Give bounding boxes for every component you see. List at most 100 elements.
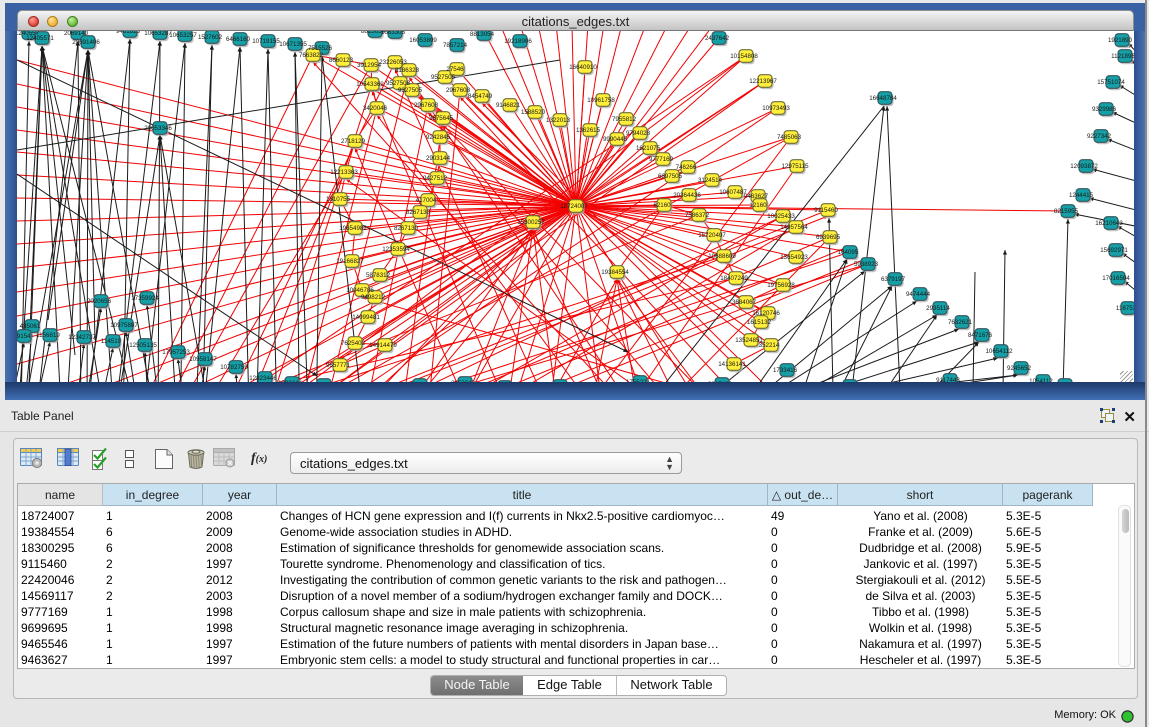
svg-text:352214: 352214 <box>759 342 780 349</box>
svg-text:9657771: 9657771 <box>326 362 351 369</box>
svg-text:10025433: 10025433 <box>767 213 795 220</box>
svg-text:9474444: 9474444 <box>906 291 931 298</box>
svg-text:18407249: 18407249 <box>720 275 748 282</box>
svg-text:12160: 12160 <box>749 202 767 209</box>
svg-text:1362615: 1362615 <box>576 127 601 134</box>
svg-text:12342737: 12342737 <box>68 334 96 341</box>
svg-text:15300257: 15300257 <box>517 219 545 226</box>
svg-text:1588520: 1588520 <box>521 109 546 116</box>
svg-text:2935114: 2935114 <box>926 305 950 312</box>
svg-text:2020656: 2020656 <box>87 298 112 305</box>
svg-text:8267130: 8267130 <box>406 209 431 216</box>
svg-text:10688609: 10688609 <box>708 253 736 260</box>
svg-text:8454749: 8454749 <box>468 93 493 100</box>
svg-text:12213363: 12213363 <box>330 169 358 176</box>
svg-text:9227342: 9227342 <box>1087 133 1112 140</box>
svg-text:1615132: 1615132 <box>747 319 772 326</box>
svg-text:6897505: 6897505 <box>658 173 683 180</box>
svg-text:14136141: 14136141 <box>718 361 746 368</box>
svg-text:15720407: 15720407 <box>698 232 726 239</box>
svg-text:10961758: 10961758 <box>587 97 615 104</box>
svg-text:10958147: 10958147 <box>189 356 217 363</box>
svg-text:9115460: 9115460 <box>814 207 838 214</box>
svg-text:19166827: 19166827 <box>336 258 364 265</box>
svg-text:19218906: 19218906 <box>504 38 532 45</box>
svg-text:6466160: 6466160 <box>226 36 251 43</box>
svg-text:1121896: 1121896 <box>1111 53 1134 60</box>
svg-text:7632621: 7632621 <box>948 319 973 326</box>
svg-text:1527602: 1527602 <box>198 34 223 41</box>
svg-text:15692971: 15692971 <box>1100 247 1128 254</box>
svg-text:14914479: 14914479 <box>369 342 397 349</box>
svg-text:8186328: 8186328 <box>395 67 420 74</box>
svg-text:2903144: 2903144 <box>426 155 451 162</box>
svg-text:9527505: 9527505 <box>431 74 456 81</box>
svg-text:9327505: 9327505 <box>398 87 423 94</box>
svg-text:19756928: 19756928 <box>767 282 795 289</box>
svg-text:7857214: 7857214 <box>443 42 468 49</box>
svg-text:12353594: 12353594 <box>382 246 410 253</box>
svg-text:9990448: 9990448 <box>603 136 628 143</box>
svg-text:5878312: 5878312 <box>366 272 391 279</box>
svg-text:7515526: 7515526 <box>308 45 333 52</box>
svg-text:62160: 62160 <box>653 202 671 209</box>
svg-text:14099481: 14099481 <box>352 314 380 321</box>
svg-text:9777169: 9777169 <box>649 156 674 163</box>
svg-text:17016504: 17016504 <box>1102 275 1130 282</box>
svg-text:114519: 114519 <box>101 338 122 345</box>
svg-text:10543362: 10543362 <box>356 81 384 88</box>
svg-text:20053346: 20053346 <box>144 125 172 132</box>
svg-text:9527508: 9527508 <box>386 80 411 87</box>
svg-text:8215955: 8215955 <box>1054 208 1079 215</box>
svg-text:1921890: 1921890 <box>1108 37 1133 44</box>
svg-text:9427512: 9427512 <box>423 175 448 182</box>
svg-text:15751074: 15751074 <box>1097 79 1125 86</box>
svg-text:435061: 435061 <box>20 323 41 330</box>
svg-text:39154: 39154 <box>17 333 31 340</box>
svg-text:6939695: 6939695 <box>816 234 841 241</box>
svg-text:8267130: 8267130 <box>394 225 419 232</box>
svg-text:12213967: 12213967 <box>749 78 777 85</box>
svg-text:16648784: 16648784 <box>869 95 897 102</box>
svg-text:20691406: 20691406 <box>72 39 100 46</box>
svg-text:10653287: 10653287 <box>144 31 172 37</box>
svg-text:8660123: 8660123 <box>329 57 354 64</box>
svg-text:16120746: 16120746 <box>752 310 780 317</box>
svg-text:10046786: 10046786 <box>346 287 374 294</box>
svg-text:16640910: 16640910 <box>569 64 597 71</box>
svg-text:17957253: 17957253 <box>162 349 190 356</box>
svg-text:14957564: 14957564 <box>780 224 808 231</box>
svg-text:8471676: 8471676 <box>968 332 993 339</box>
svg-text:2967608: 2967608 <box>446 87 471 94</box>
svg-text:116753: 116753 <box>1116 305 1134 312</box>
svg-text:10782759: 10782759 <box>220 364 248 371</box>
svg-text:10719155: 10719155 <box>252 38 280 45</box>
svg-text:27546: 27546 <box>446 66 464 73</box>
svg-text:16210643: 16210643 <box>1095 220 1123 227</box>
svg-text:17359924: 17359924 <box>131 295 159 302</box>
svg-text:10975887: 10975887 <box>110 322 138 329</box>
svg-text:8813054: 8813054 <box>470 31 495 38</box>
svg-text:3875645: 3875645 <box>429 115 454 122</box>
svg-text:417004: 417004 <box>416 197 437 204</box>
svg-text:2718129: 2718129 <box>341 138 366 145</box>
svg-text:6379197: 6379197 <box>881 276 906 283</box>
svg-text:2967608: 2967608 <box>414 102 439 109</box>
svg-text:16053809: 16053809 <box>409 37 437 44</box>
svg-text:9146821: 9146821 <box>496 102 521 109</box>
svg-text:7485063: 7485063 <box>777 134 802 141</box>
svg-text:12505135: 12505135 <box>129 342 157 349</box>
svg-text:3684067: 3684067 <box>732 299 757 306</box>
svg-text:7386372: 7386372 <box>685 212 710 219</box>
svg-text:19384554: 19384554 <box>601 269 629 276</box>
svg-text:13654923: 13654923 <box>780 254 808 261</box>
svg-text:7955812: 7955812 <box>612 116 637 123</box>
svg-text:1156819: 1156819 <box>36 332 60 339</box>
svg-text:20364436: 20364436 <box>673 192 701 199</box>
svg-text:9794028: 9794028 <box>626 130 651 137</box>
svg-text:9463627: 9463627 <box>744 193 769 200</box>
svg-text:7663822: 7663822 <box>299 52 324 59</box>
svg-text:12093872: 12093872 <box>1070 163 1098 170</box>
svg-text:164095: 164095 <box>838 249 859 256</box>
svg-text:1733416: 1733416 <box>773 367 798 374</box>
